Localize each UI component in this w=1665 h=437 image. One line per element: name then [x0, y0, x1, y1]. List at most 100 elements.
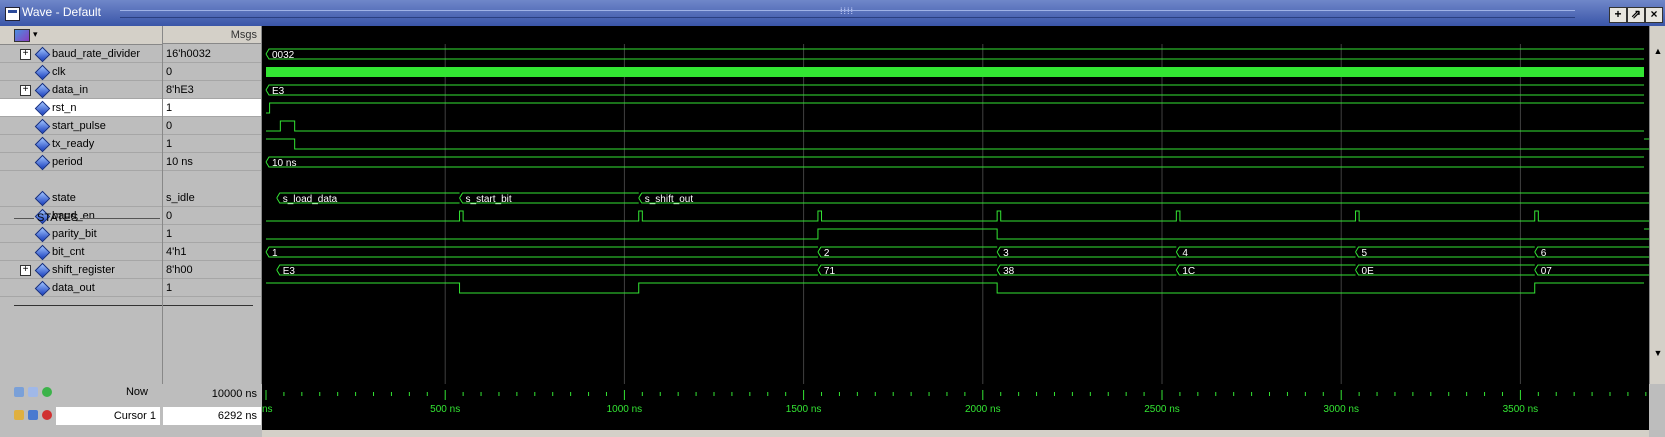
- wave-trace-tx-ready: [266, 138, 1649, 150]
- wave-trace-data-out: [266, 282, 1644, 294]
- bus-value-label: 38: [1003, 266, 1015, 277]
- bus-segment: [1175, 264, 1356, 276]
- signal-value-row[interactable]: 8'h00: [163, 261, 261, 279]
- add-cursor-icon[interactable]: [42, 387, 52, 397]
- expand-icon[interactable]: +: [20, 85, 31, 96]
- vertical-scrollbar[interactable]: ▲ ▼: [1649, 26, 1665, 384]
- bus-segment: [1355, 246, 1535, 258]
- wave-trace-start-pulse: [266, 120, 1644, 132]
- end-marker-values: [163, 305, 253, 306]
- bus-value-label: 4: [1182, 248, 1188, 259]
- bus-segment: [1534, 264, 1649, 276]
- bus-segment: [265, 84, 1644, 96]
- signal-value-row[interactable]: 10 ns: [163, 153, 261, 171]
- signal-value-row[interactable]: 0: [163, 207, 261, 225]
- signal-row-state[interactable]: state: [0, 189, 162, 207]
- signal-row-clk[interactable]: clk: [0, 63, 162, 81]
- edit-cursor-icon[interactable]: [28, 410, 38, 420]
- signal-row-data-out[interactable]: data_out: [0, 279, 162, 297]
- signal-row-period[interactable]: period: [0, 153, 162, 171]
- signal-name: state: [52, 192, 76, 204]
- signal-diamond-icon: [34, 118, 51, 135]
- signal-diamond-icon: [34, 64, 51, 81]
- signal-row-shift-register[interactable]: + shift_register: [0, 261, 162, 279]
- signal-value: s_idle: [166, 192, 195, 204]
- signal-value: 10 ns: [166, 156, 193, 168]
- signal-diamond-icon: [34, 82, 51, 99]
- clk-trace: [266, 67, 1644, 77]
- bus-segment: [265, 156, 1644, 168]
- signal-row-tx-ready[interactable]: tx_ready: [0, 135, 162, 153]
- cursor-name[interactable]: Cursor 1: [56, 407, 160, 425]
- signal-value: 1: [166, 228, 173, 240]
- signal-value-row[interactable]: 1: [163, 99, 261, 117]
- bus-value-label: s_start_bit: [466, 194, 512, 205]
- signal-value-row[interactable]: 0: [163, 63, 261, 81]
- wave-trace-baud-en: [266, 210, 1649, 222]
- window-icon: [5, 7, 20, 21]
- signal-row-start-pulse[interactable]: start_pulse: [0, 117, 162, 135]
- add-wave-icon[interactable]: [14, 387, 24, 397]
- bus-value-label: s_shift_out: [645, 194, 694, 205]
- horizontal-scrollbar[interactable]: [262, 430, 1649, 437]
- cursor-value[interactable]: 6292 ns: [163, 407, 261, 425]
- signal-value-row[interactable]: s_idle: [163, 189, 261, 207]
- signal-value-row[interactable]: 0: [163, 117, 261, 135]
- axis-label: ns: [262, 404, 273, 415]
- signal-row-parity-bit[interactable]: parity_bit: [0, 225, 162, 243]
- signal-value-row[interactable]: 8'hE3: [163, 81, 261, 99]
- signal-value: 8'hE3: [166, 84, 194, 96]
- wave-tools-icon[interactable]: [14, 29, 30, 42]
- signal-name: data_in: [52, 84, 89, 96]
- delete-cursor-icon[interactable]: [42, 410, 52, 420]
- signal-value-column: Msgs 16'h0032 0 8'hE3 1 0 1 10 ns s_idle 0 1 4'h1 8…: [163, 26, 262, 384]
- time-axis[interactable]: ns 500 ns 1000 ns 1500 ns 2000 ns 2500 ns 3000…: [262, 384, 1649, 430]
- title-bar: Wave - Default ⁞⁞⁞⁞ + ⇗ ×: [0, 0, 1665, 26]
- signal-value-row[interactable]: 1: [163, 225, 261, 243]
- now-label: Now: [125, 386, 148, 398]
- signal-row-bit-cnt[interactable]: bit_cnt: [0, 243, 162, 261]
- signal-row-data-in[interactable]: + data_in: [0, 81, 162, 99]
- lock-icon[interactable]: [14, 410, 24, 420]
- insert-icon[interactable]: [28, 387, 38, 397]
- signal-value: 1: [166, 138, 173, 150]
- waveform-pane[interactable]: 0032 E3 10 ns s_load_data s_start_bit s_shift…: [262, 26, 1649, 384]
- chevron-down-icon[interactable]: ▾: [33, 29, 38, 40]
- signal-diamond-icon: [34, 226, 51, 243]
- signal-name: clk: [52, 66, 66, 78]
- signal-name: bit_cnt: [52, 246, 85, 258]
- signal-value: 0: [166, 120, 173, 132]
- bus-segment: [1175, 246, 1356, 258]
- msgs-header: Msgs: [163, 26, 261, 44]
- states-divider: STATES: [0, 209, 162, 227]
- bus-segment: [817, 264, 998, 276]
- signal-value-row[interactable]: 1: [163, 135, 261, 153]
- signal-value: 16'h0032: [166, 48, 211, 60]
- bus-value-label: 10 ns: [272, 158, 296, 169]
- signal-value-row[interactable]: 1: [163, 279, 261, 297]
- expand-icon[interactable]: +: [20, 49, 31, 60]
- axis-label: 2000 ns: [965, 404, 1001, 415]
- close-button[interactable]: ×: [1645, 7, 1663, 23]
- bus-segment: [996, 246, 1177, 258]
- bus-value-label: 6: [1541, 248, 1547, 259]
- signal-name: shift_register: [52, 264, 115, 276]
- signal-value-row[interactable]: 16'h0032: [163, 45, 261, 63]
- bus-value-label: 2: [824, 248, 830, 259]
- expand-icon[interactable]: +: [20, 265, 31, 276]
- axis-label: 3500 ns: [1503, 404, 1539, 415]
- signal-value-row[interactable]: 4'h1: [163, 243, 261, 261]
- bus-segment: [638, 192, 1649, 204]
- dock-button[interactable]: +: [1609, 7, 1627, 23]
- axis-label: 1000 ns: [607, 404, 643, 415]
- signal-name: baud_rate_divider: [52, 48, 141, 60]
- signal-row-rst-n[interactable]: rst_n: [0, 99, 162, 117]
- scroll-up-icon[interactable]: ▲: [1653, 46, 1663, 56]
- end-marker: [14, 305, 162, 306]
- signal-value: 8'h00: [166, 264, 193, 276]
- signal-value: 1: [166, 282, 173, 294]
- signal-name: data_out: [52, 282, 95, 294]
- undock-button[interactable]: ⇗: [1627, 7, 1645, 23]
- scroll-down-icon[interactable]: ▼: [1653, 348, 1663, 358]
- signal-row-baud-rate-divider[interactable]: + baud_rate_divider: [0, 45, 162, 63]
